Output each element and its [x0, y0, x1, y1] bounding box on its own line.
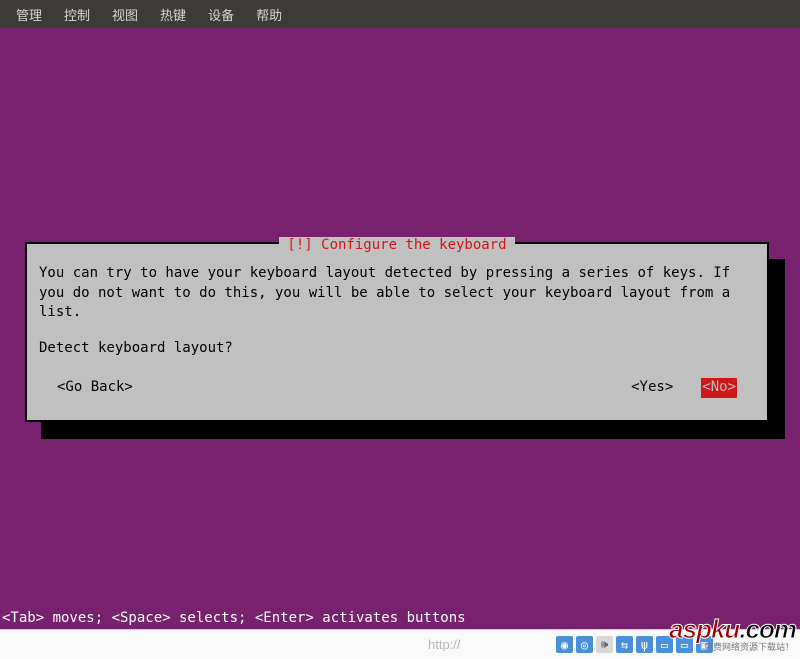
menu-view[interactable]: 视图	[104, 1, 146, 28]
optical-icon[interactable]: ◎	[576, 636, 593, 653]
shared-folder-icon[interactable]: ▭	[656, 636, 673, 653]
menu-devices[interactable]: 设备	[200, 1, 242, 28]
yes-button[interactable]: <Yes>	[631, 378, 673, 398]
installer-screen: [!] Configure the keyboard You can try t…	[0, 28, 800, 629]
menu-control[interactable]: 控制	[56, 1, 98, 28]
usb-icon[interactable]: ψ	[636, 636, 653, 653]
audio-icon[interactable]: 🕪	[596, 636, 613, 653]
menu-hotkeys[interactable]: 热键	[152, 1, 194, 28]
display-icon[interactable]: ▭	[676, 636, 693, 653]
disk-icon[interactable]: ◉	[556, 636, 573, 653]
dialog-title: [!] Configure the keyboard	[279, 237, 514, 253]
vm-status-icons: ◉ ◎ 🕪 ⇆ ψ ▭ ▭ ▣	[556, 636, 713, 653]
host-taskbar: http:// ◉ ◎ 🕪 ⇆ ψ ▭ ▭ ▣	[0, 629, 800, 659]
network-icon[interactable]: ⇆	[616, 636, 633, 653]
footer-hint: <Tab> moves; <Space> selects; <Enter> ac…	[2, 610, 466, 629]
menu-manage[interactable]: 管理	[8, 1, 50, 28]
dialog-text-1: You can try to have your keyboard layout…	[39, 264, 755, 323]
dialog-text-2: Detect keyboard layout?	[39, 339, 755, 359]
menu-help[interactable]: 帮助	[248, 1, 290, 28]
no-button[interactable]: <No>	[701, 378, 737, 398]
url-text: http://	[428, 637, 461, 652]
vm-menubar: 管理 控制 视图 热键 设备 帮助	[0, 0, 800, 28]
configure-keyboard-dialog: [!] Configure the keyboard You can try t…	[25, 242, 769, 422]
recording-icon[interactable]: ▣	[696, 636, 713, 653]
go-back-button[interactable]: <Go Back>	[57, 378, 133, 398]
